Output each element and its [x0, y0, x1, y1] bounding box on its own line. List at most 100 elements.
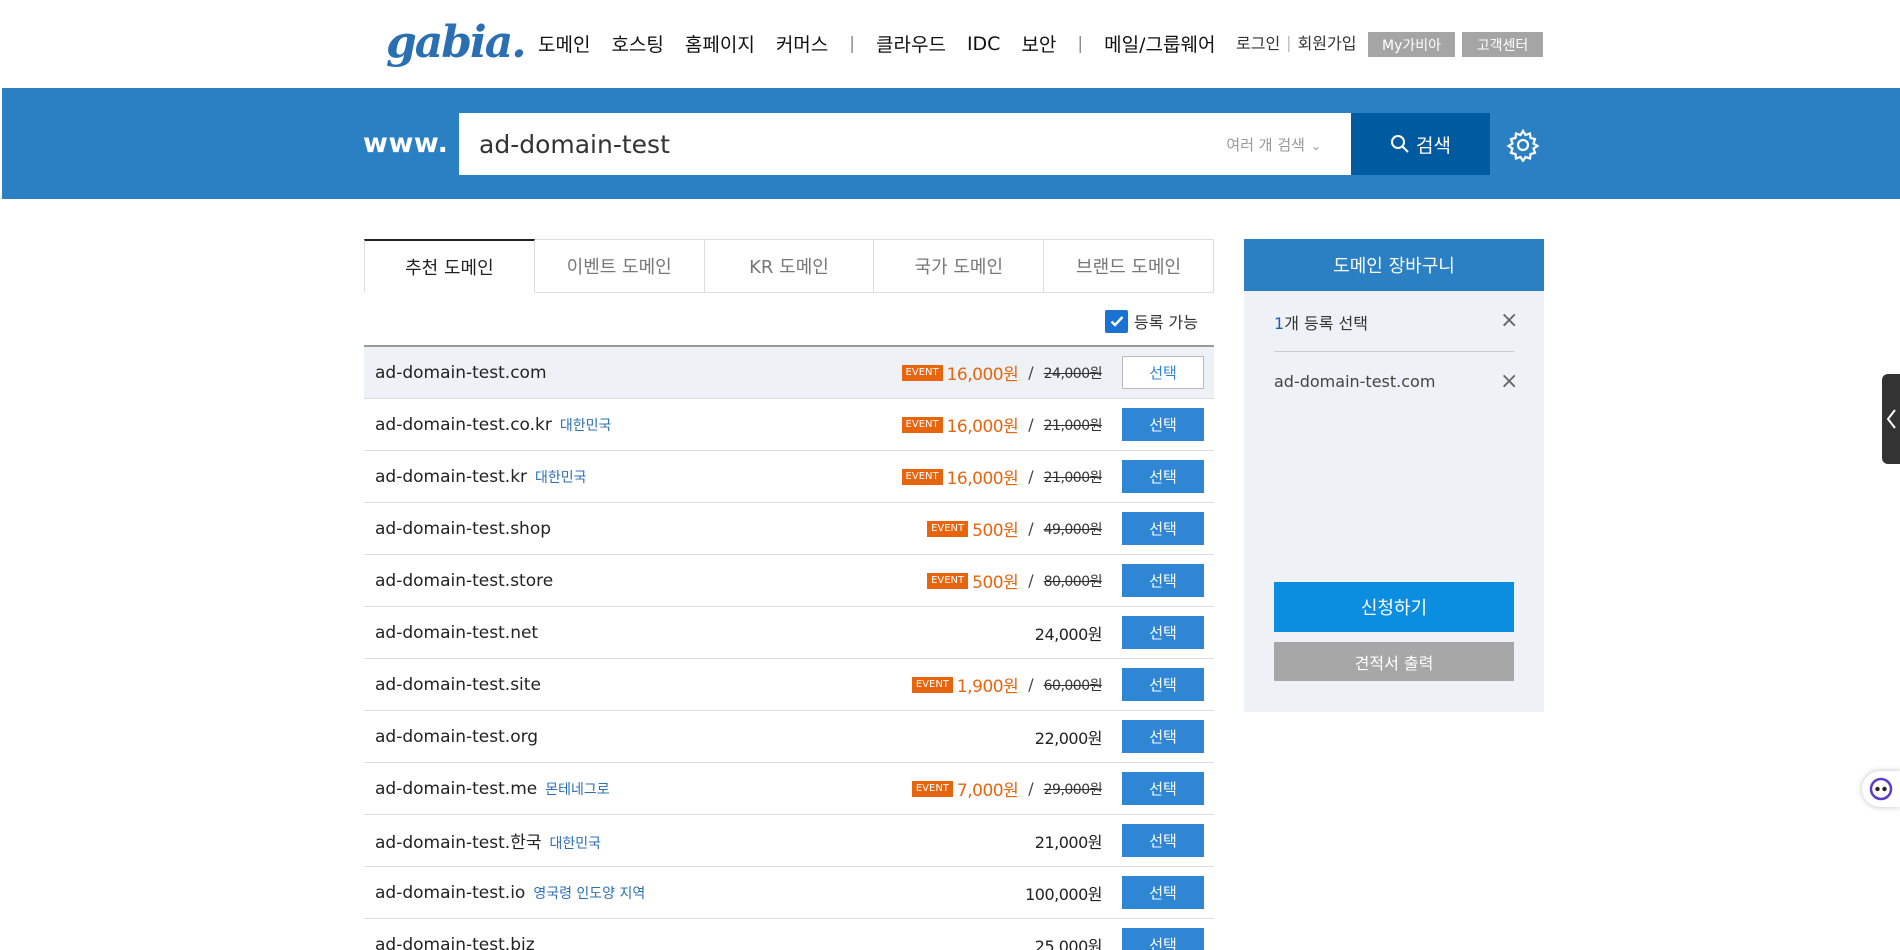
select-domain-button[interactable]: 선택	[1122, 772, 1204, 805]
event-badge: EVENT	[927, 520, 969, 537]
multi-search-dropdown[interactable]: 여러 개 검색 ⌄	[1226, 134, 1321, 155]
domain-row: ad-domain-test.co.kr 대한민국 EVENT 16,000원 / 21,…	[364, 399, 1214, 451]
tab-brand[interactable]: 브랜드 도메인	[1044, 239, 1214, 293]
domain-name: ad-domain-test.biz	[375, 934, 535, 950]
domain-name-cell: ad-domain-test.site	[375, 675, 541, 695]
select-domain-button[interactable]: 선택	[1122, 668, 1204, 701]
event-price: 1,900원	[956, 677, 1019, 697]
signup-link[interactable]: 회원가입	[1298, 30, 1357, 54]
select-domain-button[interactable]: 선택	[1122, 720, 1204, 753]
domain-country: 영국령 인도양 지역	[533, 885, 646, 902]
select-domain-button[interactable]: 선택	[1122, 564, 1204, 597]
domain-name: ad-domain-test.net	[375, 622, 539, 643]
select-domain-button[interactable]: 선택	[1122, 824, 1204, 857]
menu-separator: |	[1077, 33, 1084, 54]
chatbot-icon	[1869, 777, 1893, 801]
clear-cart-close-icon[interactable]: ×	[1500, 310, 1518, 332]
domain-name-cell: ad-domain-test.com	[375, 363, 547, 383]
select-domain-button[interactable]: 선택	[1122, 356, 1204, 389]
select-domain-button[interactable]: 선택	[1122, 928, 1204, 950]
tab-kr[interactable]: KR 도메인	[704, 239, 875, 293]
menu-item[interactable]: 도메인	[538, 30, 590, 57]
my-gabia-button[interactable]: My가비아	[1368, 32, 1455, 57]
menu-item[interactable]: 호스팅	[611, 30, 663, 57]
select-domain-button[interactable]: 선택	[1122, 616, 1204, 649]
event-price: 500원	[972, 573, 1019, 593]
www-prefix: www.	[363, 128, 449, 159]
price-separator: /	[1028, 571, 1034, 590]
customer-center-button[interactable]: 고객센터	[1462, 32, 1543, 57]
domain-row: ad-domain-test.biz 25,000원 선택	[364, 919, 1214, 950]
domain-row: ad-domain-test.kr 대한민국 EVENT 16,000원 / 21,000…	[364, 451, 1214, 503]
domain-row: ad-domain-test.me 몬테네그로 EVENT 7,000원 / 29,000…	[364, 763, 1214, 815]
domain-row: ad-domain-test.com EVENT 16,000원 / 24,000원 선택	[364, 347, 1214, 399]
logo-text: gabia.	[386, 17, 527, 68]
cart-item: ad-domain-test.com	[1274, 372, 1436, 391]
domain-name: ad-domain-test.shop	[375, 518, 552, 539]
price-cell: EVENT 500원 / 80,000원	[927, 568, 1103, 593]
domain-name-cell: ad-domain-test.kr 대한민국	[375, 467, 587, 487]
price-cell: EVENT 16,000원 / 21,000원	[901, 464, 1103, 489]
gabia-logo[interactable]: gabia.	[386, 18, 527, 68]
cart-divider	[1274, 351, 1514, 352]
login-link[interactable]: 로그인	[1236, 30, 1280, 54]
domain-name: ad-domain-test.io	[375, 882, 526, 903]
select-domain-button[interactable]: 선택	[1122, 876, 1204, 909]
gear-icon[interactable]	[1506, 128, 1540, 164]
chevron-left-icon	[1886, 409, 1896, 429]
original-price: 24,000원	[1043, 365, 1103, 382]
price-cell: EVENT 1,900원 / 60,000원	[911, 672, 1103, 697]
domain-name: ad-domain-test.한국	[375, 833, 542, 853]
available-only-checkbox[interactable]: 등록 가능	[1105, 309, 1198, 333]
event-badge: EVENT	[901, 364, 943, 381]
chatbot-button[interactable]	[1862, 771, 1900, 807]
apply-button[interactable]: 신청하기	[1274, 582, 1514, 632]
domain-name-cell: ad-domain-test.한국 대한민국	[375, 828, 601, 853]
available-only-label: 등록 가능	[1134, 313, 1198, 332]
domain-name-cell: ad-domain-test.me 몬테네그로	[375, 779, 610, 799]
tab-event[interactable]: 이벤트 도메인	[534, 239, 705, 293]
domain-name-cell: ad-domain-test.io 영국령 인도양 지역	[375, 883, 645, 903]
original-price: 29,000원	[1043, 781, 1103, 798]
event-badge: EVENT	[901, 468, 943, 485]
original-price: 49,000원	[1043, 521, 1103, 538]
price-separator: /	[1028, 675, 1034, 694]
chevron-down-icon: ⌄	[1310, 139, 1321, 153]
search-button[interactable]: 검색	[1351, 113, 1490, 175]
event-price: 500원	[972, 521, 1019, 541]
cart-count-number: 1	[1274, 314, 1285, 333]
menu-item[interactable]: 클라우드	[876, 30, 946, 57]
side-panel-toggle[interactable]	[1882, 374, 1900, 464]
event-badge: EVENT	[927, 572, 969, 589]
domain-row: ad-domain-test.io 영국령 인도양 지역 100,000원 선택	[364, 867, 1214, 919]
domain-country: 대한민국	[535, 469, 587, 486]
menu-item[interactable]: 커머스	[776, 30, 828, 57]
select-domain-button[interactable]: 선택	[1122, 408, 1204, 441]
main-menu: 도메인 호스팅 홈페이지 커머스 | 클라우드 IDC 보안 | 메일/그룹웨어	[538, 30, 1236, 57]
select-domain-button[interactable]: 선택	[1122, 512, 1204, 545]
menu-item[interactable]: 메일/그룹웨어	[1104, 30, 1215, 57]
print-quote-button[interactable]: 견적서 출력	[1274, 642, 1514, 681]
menu-item[interactable]: 보안	[1021, 30, 1056, 57]
price-separator: /	[1028, 467, 1034, 486]
original-price: 60,000원	[1043, 677, 1103, 694]
domain-name-cell: ad-domain-test.co.kr 대한민국	[375, 415, 611, 435]
price-cell: 21,000원	[1034, 829, 1103, 853]
select-domain-button[interactable]: 선택	[1122, 460, 1204, 493]
event-badge: EVENT	[901, 416, 943, 433]
cart-title: 도메인 장바구니	[1244, 239, 1544, 291]
domain-cart: 도메인 장바구니 1개 등록 선택 × ad-domain-test.com ×…	[1244, 239, 1544, 712]
menu-item[interactable]: IDC	[967, 33, 1001, 55]
remove-item-close-icon[interactable]: ×	[1500, 371, 1518, 393]
tab-country[interactable]: 국가 도메인	[874, 239, 1045, 293]
domain-search-input[interactable]	[479, 113, 1179, 175]
domain-country: 대한민국	[549, 836, 602, 852]
price-cell: EVENT 16,000원 / 21,000원	[901, 412, 1103, 437]
price-cell: 24,000원	[1035, 621, 1103, 645]
menu-item[interactable]: 홈페이지	[685, 30, 755, 57]
regular-price: 21,000원	[1034, 832, 1103, 852]
domain-row: ad-domain-test.net 24,000원 선택	[364, 607, 1214, 659]
domain-row: ad-domain-test.shop EVENT 500원 / 49,000원 선택	[364, 503, 1214, 555]
domain-name: ad-domain-test.com	[375, 362, 547, 383]
tab-recommended[interactable]: 추천 도메인	[364, 239, 535, 293]
